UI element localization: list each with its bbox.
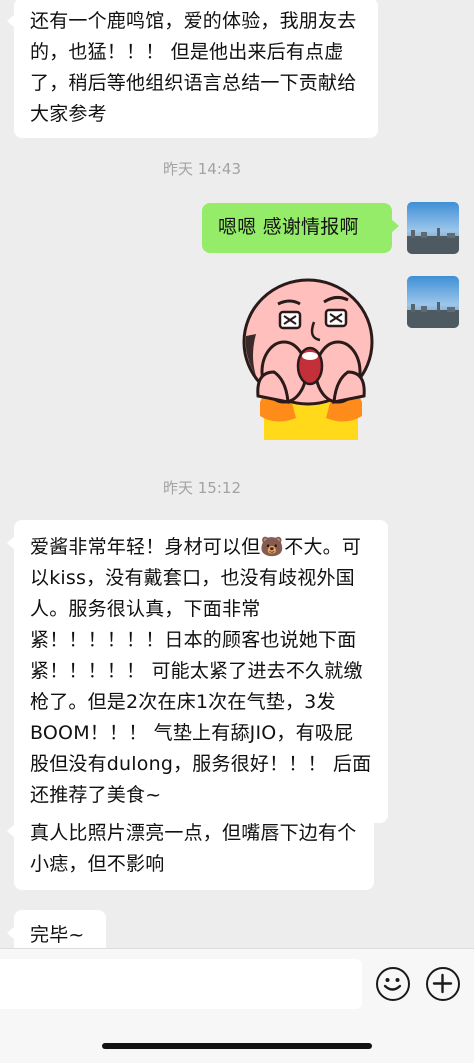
- message-text: 还有一个鹿鸣馆，爱的体验，我朋友去的，也猛！！！ 但是他出来后有点虚了，稍后等他…: [30, 10, 357, 125]
- timestamp: 昨天 15:12: [163, 479, 241, 497]
- home-indicator[interactable]: [102, 1043, 372, 1049]
- message-text: 爱酱非常年轻！身材可以但🐻不大。可以kiss，没有戴套口，也没有歧视外国人。服务…: [30, 536, 372, 806]
- message-text: 完毕~: [30, 924, 85, 946]
- user-avatar[interactable]: [407, 276, 459, 328]
- bald-cartoon-face-icon: [242, 278, 374, 440]
- message-text: 嗯嗯 感谢情报啊: [218, 216, 359, 238]
- message-input[interactable]: [0, 959, 362, 1009]
- emoji-icon[interactable]: [376, 967, 410, 1001]
- message-bubble[interactable]: 还有一个鹿鸣馆，爱的体验，我朋友去的，也猛！！！ 但是他出来后有点虚了，稍后等他…: [7, 0, 378, 138]
- message-bubble[interactable]: 爱酱非常年轻！身材可以但🐻不大。可以kiss，没有戴套口，也没有歧视外国人。服务…: [7, 520, 388, 823]
- message-bubble-self[interactable]: 嗯嗯 感谢情报啊: [202, 203, 399, 253]
- message-text: 真人比照片漂亮一点，但嘴唇下边有个小痣，但不影响: [30, 822, 357, 875]
- user-avatar[interactable]: [407, 202, 459, 254]
- timestamp: 昨天 14:43: [163, 160, 241, 178]
- sticker-image[interactable]: [236, 276, 378, 442]
- plus-icon[interactable]: [426, 967, 460, 1001]
- message-bubble[interactable]: 真人比照片漂亮一点，但嘴唇下边有个小痣，但不影响: [7, 808, 374, 890]
